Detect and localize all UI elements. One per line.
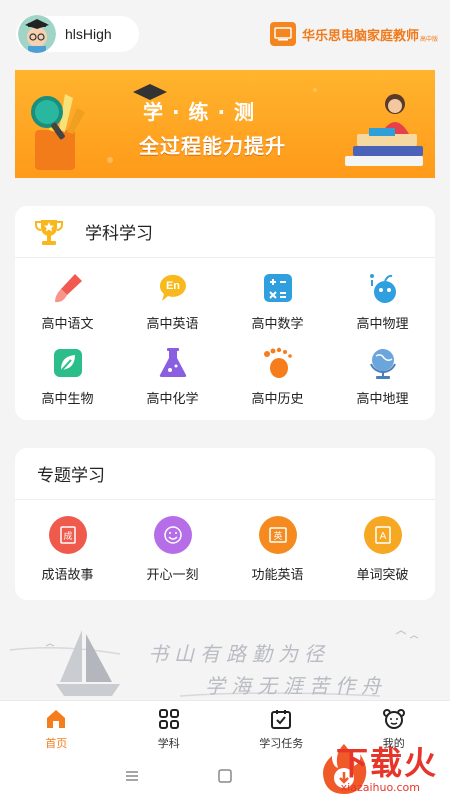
subject-label: 高中化学 (146, 392, 199, 407)
topic-study-header: 专题学习 (15, 448, 435, 500)
subject-chinese[interactable]: 高中语文 (15, 258, 120, 333)
user-profile-pill[interactable]: hlsHigh (16, 15, 139, 53)
subject-label: 高中地理 (356, 392, 409, 407)
brand-logo-icon (269, 22, 296, 46)
subject-study-card: 学科学习 高中语文 En 高中英语 高中数学 高中物理 高中生物 高中化学 高中… (15, 206, 435, 420)
brand-title: 华乐思电脑家庭教师 (301, 28, 419, 44)
app-header: hlsHigh 华乐思电脑家庭教师 高中版 (0, 0, 450, 66)
subject-label: 高中英语 (146, 317, 199, 332)
promo-banner[interactable]: 学 · 练 · 测 全过程能力提升 (15, 70, 435, 178)
tab-home[interactable]: 首页 (0, 701, 113, 754)
subject-physics[interactable]: 高中物理 (330, 258, 435, 333)
subject-history[interactable]: 高中历史 (225, 333, 330, 408)
svg-text:En: En (165, 280, 179, 292)
subject-label: 高中数学 (251, 317, 304, 332)
home-icon (47, 710, 66, 728)
topic-functional-english[interactable]: 英 功能英语 (225, 500, 330, 595)
brand-logo-area: 华乐思电脑家庭教师 高中版 (269, 22, 438, 46)
subject-label: 高中历史 (251, 392, 304, 407)
subject-label: 高中物理 (356, 317, 409, 332)
apple-physics-icon (369, 274, 396, 303)
motto-line-2: 学海无涯苦作舟 (205, 674, 387, 698)
subject-label: 高中语文 (41, 317, 94, 332)
subject-label: 高中生物 (41, 392, 94, 407)
banner-headline: 学 · 练 · 测 (143, 100, 256, 124)
idiom-book-icon: 成 (48, 516, 87, 554)
footprint-icon (263, 347, 292, 378)
subject-geography[interactable]: 高中地理 (330, 333, 435, 408)
subject-study-header: 学科学习 (15, 206, 435, 258)
svg-text:成: 成 (63, 530, 72, 542)
leaf-icon (53, 349, 82, 377)
topic-label: 功能英语 (251, 568, 304, 583)
globe-icon (369, 349, 396, 379)
english-card-icon: 英 (258, 516, 297, 554)
tab-subjects[interactable]: 学科 (113, 701, 226, 754)
topic-word-breakthrough[interactable]: A 单词突破 (330, 500, 435, 595)
word-card-icon: A (363, 516, 402, 554)
motto-line-1: 书山有路勤为径 (148, 642, 330, 666)
home-nav-icon[interactable] (218, 769, 232, 783)
topic-label: 成语故事 (41, 568, 94, 583)
topic-label: 单词突破 (356, 568, 409, 583)
calendar-check-icon (271, 710, 292, 729)
smile-icon (153, 516, 192, 554)
svg-text:A: A (379, 531, 386, 542)
menu-nav-icon[interactable] (126, 771, 138, 781)
watermark-text: 下载火 (335, 744, 438, 782)
topic-study-title: 专题学习 (37, 466, 105, 486)
tab-label: 首页 (45, 737, 68, 750)
watermark: 下载火 xiazaihuo.com (256, 738, 446, 798)
trophy-icon (35, 219, 63, 245)
topic-label: 开心一刻 (146, 568, 199, 583)
brush-icon (54, 274, 82, 303)
topic-idiom-stories[interactable]: 成 成语故事 (15, 500, 120, 595)
topic-study-card: 专题学习 成 成语故事 开心一刻 英 功能英语 A 单词突破 (15, 448, 435, 600)
banner-subheadline: 全过程能力提升 (139, 134, 286, 158)
subject-study-title: 学科学习 (85, 224, 153, 244)
subject-english[interactable]: En 高中英语 (120, 258, 225, 333)
english-bubble-icon: En (159, 274, 186, 301)
brand-subtitle: 高中版 (419, 35, 438, 43)
watermark-url: xiazaihuo.com (340, 781, 420, 794)
subject-biology[interactable]: 高中生物 (15, 333, 120, 408)
topic-happy-moment[interactable]: 开心一刻 (120, 500, 225, 595)
flask-icon (159, 348, 186, 377)
bear-face-icon (382, 709, 405, 729)
grid-icon (158, 709, 179, 729)
svg-text:英: 英 (273, 530, 282, 542)
calculator-icon (263, 274, 292, 302)
tab-label: 学科 (157, 737, 180, 750)
username: hlsHigh (65, 26, 112, 42)
subject-math[interactable]: 高中数学 (225, 258, 330, 333)
motto-decoration: 书山有路勤为径 学海无涯苦作舟 (0, 620, 450, 700)
subject-chemistry[interactable]: 高中化学 (120, 333, 225, 408)
avatar[interactable] (18, 15, 56, 53)
